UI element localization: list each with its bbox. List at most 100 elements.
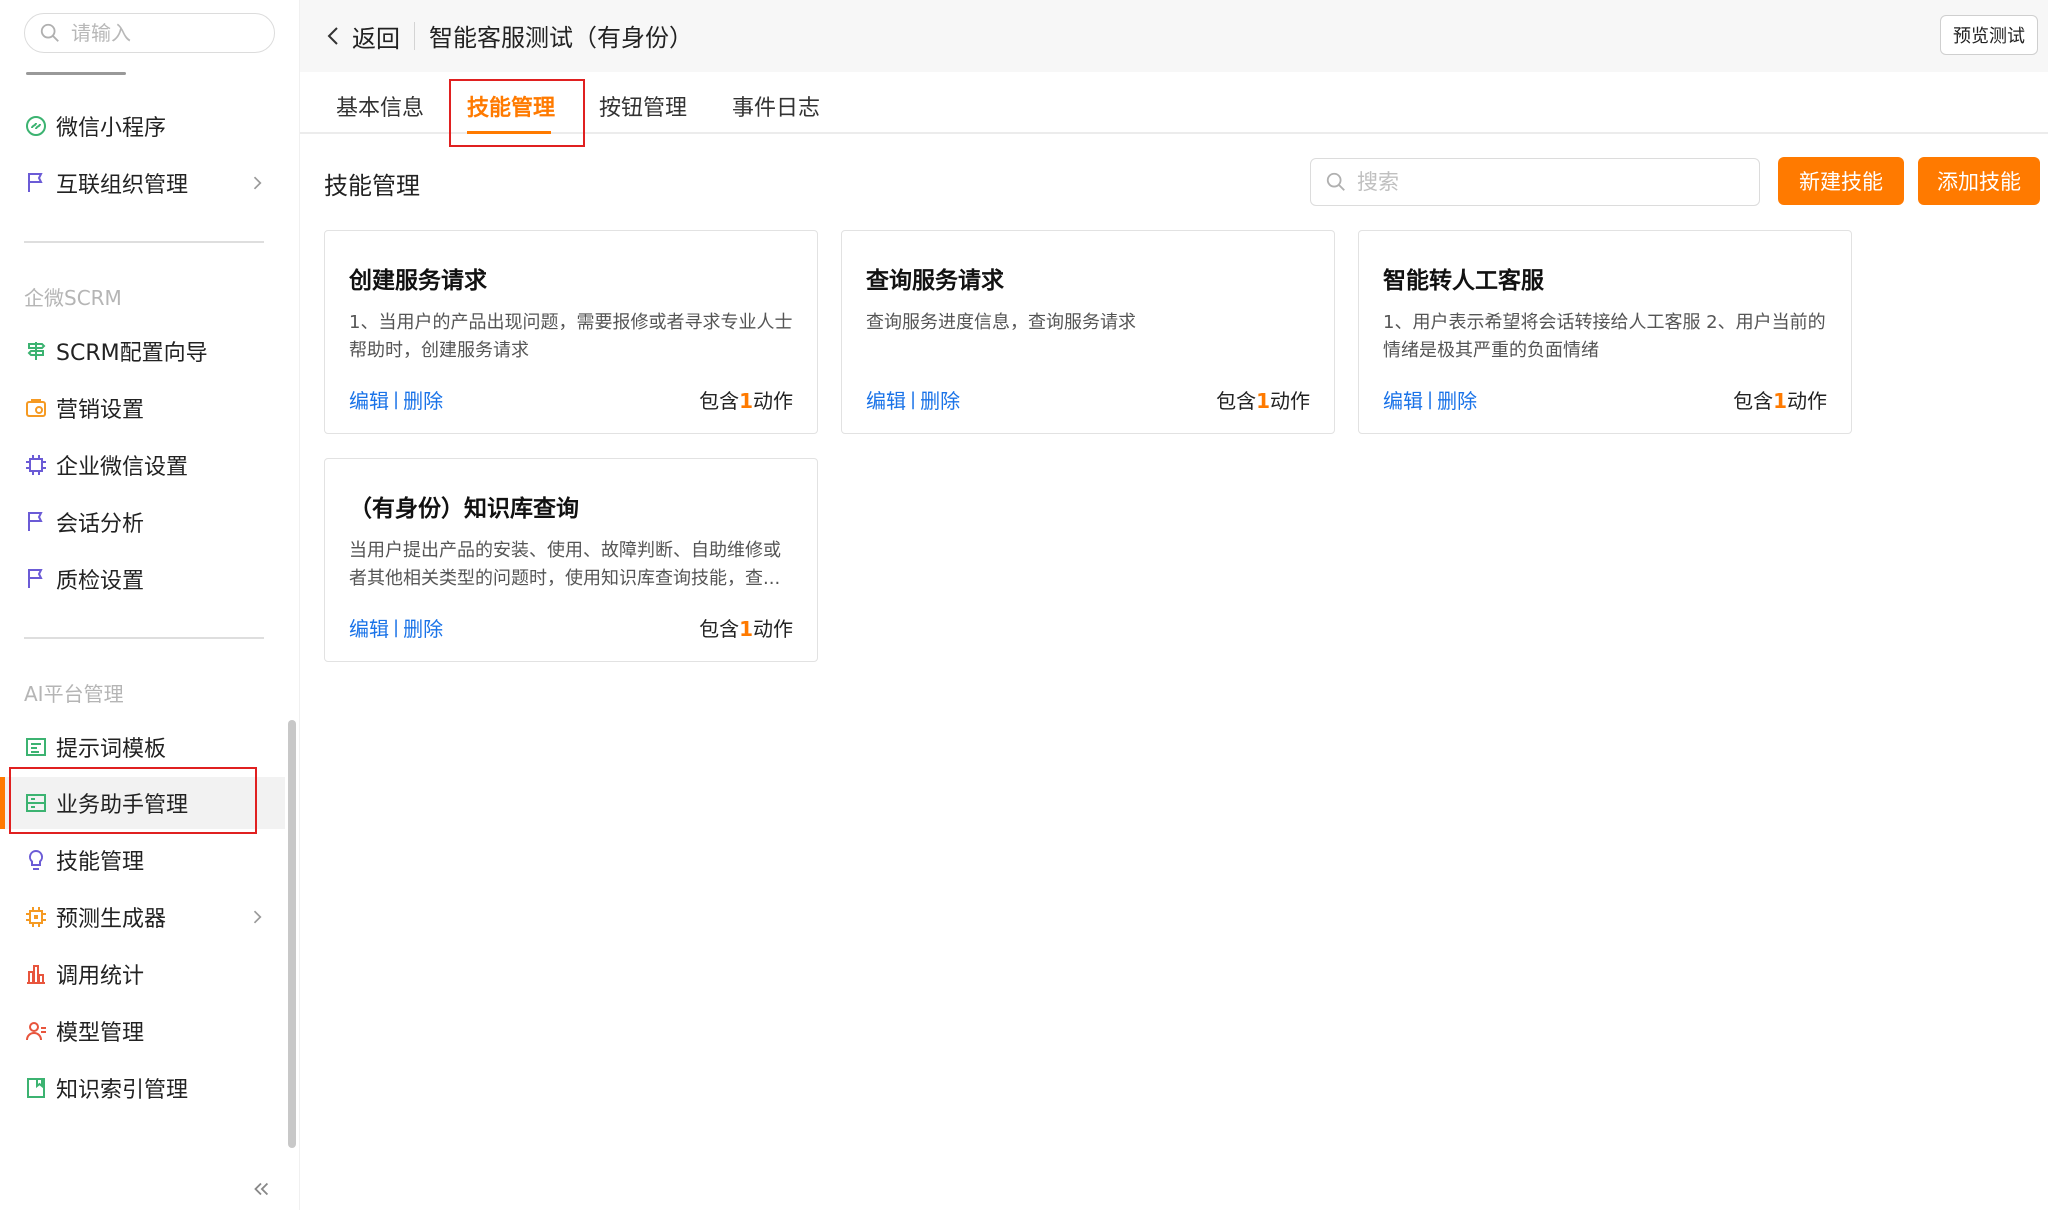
count-suffix: 动作 bbox=[753, 389, 793, 413]
delete-link[interactable]: 删除 bbox=[920, 385, 960, 414]
preview-test-button[interactable]: 预览测试 bbox=[1940, 15, 2038, 55]
sidebar-item-skill-management[interactable]: 技能管理 bbox=[0, 834, 285, 886]
sidebar-item-knowledge-index[interactable]: 知识索引管理 bbox=[0, 1062, 285, 1114]
action-count: 包含1动作 bbox=[699, 613, 793, 642]
sidebar-item-model-management[interactable]: 模型管理 bbox=[0, 1005, 285, 1057]
count-prefix: 包含 bbox=[699, 389, 740, 413]
sidebar-scrollbar[interactable] bbox=[288, 720, 296, 1148]
skill-card: 创建服务请求 1、当用户的产品出现问题，需要报修或者寻求专业人士帮助时，创建服务… bbox=[324, 230, 818, 434]
back-label: 返回 bbox=[352, 24, 400, 53]
sidebar-item-label: 技能管理 bbox=[56, 850, 145, 875]
tab-bar: 基本信息 技能管理 按钮管理 事件日志 bbox=[300, 72, 2048, 134]
count-prefix: 包含 bbox=[1733, 389, 1774, 413]
sidebar-item-label: 调用统计 bbox=[56, 964, 145, 989]
sidebar-item-label: SCRM配置向导 bbox=[56, 341, 208, 366]
divider bbox=[414, 22, 415, 50]
search-icon bbox=[1326, 172, 1345, 191]
skill-card-title: （有身份）知识库查询 bbox=[349, 496, 579, 522]
skill-card-title: 智能转人工客服 bbox=[1383, 268, 1544, 294]
action-count: 包含1动作 bbox=[699, 385, 793, 414]
top-bar: 返回 智能客服测试（有身份） 预览测试 bbox=[300, 0, 2048, 72]
sidebar-item-label: 微信小程序 bbox=[56, 116, 167, 141]
tab-skill-management[interactable]: 技能管理 bbox=[467, 90, 555, 122]
add-skill-button[interactable]: 添加技能 bbox=[1918, 157, 2040, 205]
bulb-icon bbox=[28, 849, 44, 870]
marketing-icon bbox=[26, 399, 46, 417]
new-skill-button[interactable]: 新建技能 bbox=[1778, 157, 1904, 205]
count-prefix: 包含 bbox=[1216, 389, 1257, 413]
count-number: 1 bbox=[1773, 389, 1787, 413]
sidebar-item-marketing[interactable]: 营销设置 bbox=[0, 382, 285, 434]
flag-icon bbox=[28, 512, 43, 531]
sidebar-item-label: 提示词模板 bbox=[56, 737, 167, 762]
edit-link[interactable]: 编辑 bbox=[866, 385, 906, 414]
sidebar-item-label: 知识索引管理 bbox=[56, 1078, 189, 1103]
sidebar-item-session-analysis[interactable]: 会话分析 bbox=[0, 496, 285, 548]
skill-search[interactable] bbox=[1310, 158, 1760, 206]
skill-card: （有身份）知识库查询 当用户提出产品的安装、使用、故障判断、自助维修或者其他相关… bbox=[324, 458, 818, 662]
sidebar-item-predict-generator[interactable]: 预测生成器 bbox=[0, 891, 285, 943]
user-model-icon bbox=[26, 1022, 46, 1041]
main-content: 返回 智能客服测试（有身份） 预览测试 基本信息 技能管理 按钮管理 事件日志 … bbox=[300, 0, 2048, 1210]
sidebar-item-org-management[interactable]: 互联组织管理 bbox=[0, 157, 285, 209]
count-suffix: 动作 bbox=[1270, 389, 1310, 413]
delete-link[interactable]: 删除 bbox=[1437, 385, 1477, 414]
count-prefix: 包含 bbox=[699, 617, 740, 641]
bookmark-icon bbox=[27, 1078, 45, 1098]
assistant-icon bbox=[26, 794, 46, 812]
sidebar-item-label: 质检设置 bbox=[56, 569, 145, 594]
skill-card-title: 查询服务请求 bbox=[866, 268, 1004, 294]
skill-search-input[interactable] bbox=[1357, 170, 1747, 194]
action-count: 包含1动作 bbox=[1216, 385, 1310, 414]
flag-icon bbox=[28, 173, 43, 192]
sidebar-item-wecom-settings[interactable]: 企业微信设置 bbox=[0, 439, 285, 491]
sidebar-item-assistant-management[interactable]: 业务助手管理 bbox=[0, 777, 285, 829]
skill-card-description: 当用户提出产品的安装、使用、故障判断、自助维修或者其他相关类型的问题时，使用知识… bbox=[349, 540, 781, 589]
link-separator: | bbox=[1427, 389, 1434, 410]
skill-card-actions: 编辑 | 删除 bbox=[349, 613, 443, 642]
count-number: 1 bbox=[1256, 389, 1270, 413]
sidebar-item-scrm-wizard[interactable]: SCRM配置向导 bbox=[0, 325, 285, 377]
search-icon bbox=[40, 23, 59, 42]
chevron-left-icon bbox=[327, 27, 338, 45]
sidebar-item-call-statistics[interactable]: 调用统计 bbox=[0, 948, 285, 1000]
collapse-sidebar-icon[interactable] bbox=[250, 1178, 272, 1200]
edit-link[interactable]: 编辑 bbox=[349, 385, 389, 414]
edit-link[interactable]: 编辑 bbox=[1383, 385, 1423, 414]
tab-basic-info[interactable]: 基本信息 bbox=[336, 90, 424, 122]
delete-link[interactable]: 删除 bbox=[403, 385, 443, 414]
sidebar-item-label: 预测生成器 bbox=[56, 907, 167, 932]
count-number: 1 bbox=[739, 617, 753, 641]
count-number: 1 bbox=[739, 389, 753, 413]
sidebar-item-prompt-template[interactable]: 提示词模板 bbox=[0, 721, 285, 773]
group-title-ai: AI平台管理 bbox=[24, 682, 124, 706]
group-title-scrm: 企微SCRM bbox=[24, 286, 122, 310]
sidebar-item-label: 营销设置 bbox=[56, 398, 145, 423]
sidebar-item-label: 会话分析 bbox=[56, 512, 145, 537]
count-suffix: 动作 bbox=[1787, 389, 1827, 413]
chip-icon bbox=[26, 455, 46, 475]
tab-button-management[interactable]: 按钮管理 bbox=[599, 90, 687, 122]
link-separator: | bbox=[910, 389, 917, 410]
sidebar-item-quality-check[interactable]: 质检设置 bbox=[0, 553, 285, 605]
chevron-right-icon bbox=[253, 910, 262, 924]
active-tab-indicator bbox=[467, 131, 551, 134]
clipped-menu-item bbox=[26, 68, 126, 76]
skill-card-description: 1、用户表示希望将会话转接给人工客服 2、用户当前的情绪是极其严重的负面情绪 bbox=[1383, 312, 1826, 361]
skill-card-title: 创建服务请求 bbox=[349, 268, 487, 294]
sidebar: 微信小程序 互联组织管理 企微SCRM SCRM配置向导 营销设置 企业微信设置… bbox=[0, 0, 300, 1210]
skill-card-actions: 编辑 | 删除 bbox=[1383, 385, 1477, 414]
delete-link[interactable]: 删除 bbox=[403, 613, 443, 642]
skill-card: 智能转人工客服 1、用户表示希望将会话转接给人工客服 2、用户当前的情绪是极其严… bbox=[1358, 230, 1852, 434]
back-button[interactable]: 返回 bbox=[322, 16, 400, 56]
sidebar-search-input[interactable] bbox=[71, 21, 261, 45]
section-title: 技能管理 bbox=[324, 172, 420, 200]
bar-stats-icon bbox=[27, 965, 45, 984]
skill-card: 查询服务请求 查询服务进度信息，查询服务请求 编辑 | 删除 包含1动作 bbox=[841, 230, 1335, 434]
edit-link[interactable]: 编辑 bbox=[349, 613, 389, 642]
tab-event-log[interactable]: 事件日志 bbox=[732, 90, 820, 122]
sidebar-search[interactable] bbox=[24, 13, 275, 53]
signpost-icon bbox=[27, 342, 46, 360]
template-icon bbox=[26, 738, 46, 756]
sidebar-item-wechat-mini-program[interactable]: 微信小程序 bbox=[0, 100, 285, 152]
